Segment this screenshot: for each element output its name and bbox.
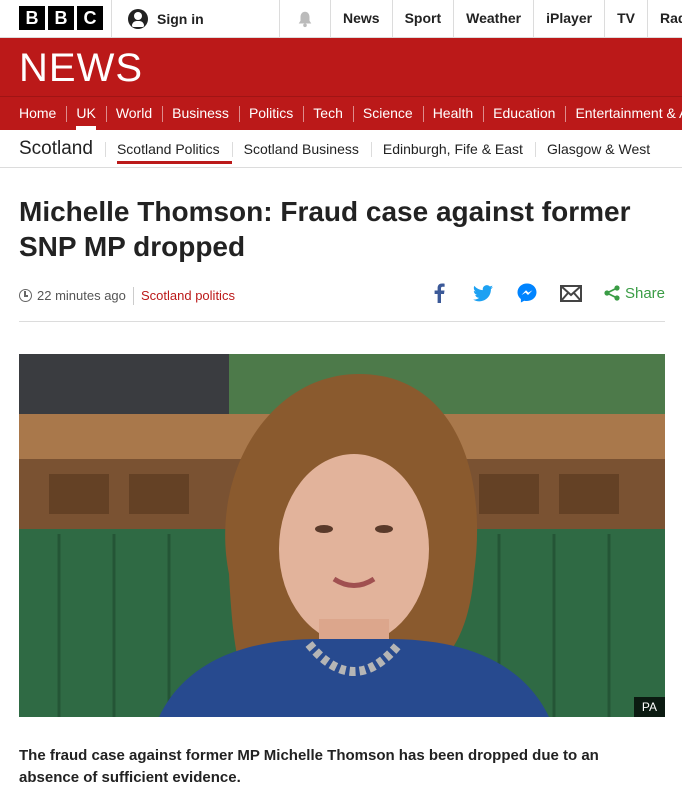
main-nav-business[interactable]: Business xyxy=(162,97,239,130)
sign-in-label: Sign in xyxy=(157,10,204,27)
section-title[interactable]: Scotland xyxy=(0,138,105,160)
timestamp-text: 22 minutes ago xyxy=(37,288,126,303)
share-icon xyxy=(604,285,620,301)
main-nav-tech[interactable]: Tech xyxy=(303,97,353,130)
article-headline: Michelle Thomson: Fraud case against for… xyxy=(19,196,631,262)
article-photo: PA xyxy=(19,354,665,717)
main-nav-home[interactable]: Home xyxy=(0,97,66,130)
article-tag-link[interactable]: Scotland politics xyxy=(141,288,235,303)
bbc-logo-letter: B xyxy=(48,6,74,30)
section-nav: Scotland Scotland Politics Scotland Busi… xyxy=(0,130,682,168)
section-link-glasgow-west[interactable]: Glasgow & West xyxy=(534,130,662,168)
top-nav-radio[interactable]: Radio xyxy=(646,0,682,37)
main-nav-health[interactable]: Health xyxy=(422,97,483,130)
user-icon xyxy=(128,8,148,29)
article-meta: 22 minutes ago Scotland politics Share xyxy=(19,283,665,322)
image-credit: PA xyxy=(633,697,665,717)
bbc-logo-letter: C xyxy=(77,6,103,30)
facebook-share-button[interactable] xyxy=(428,282,450,304)
bbc-logo-letter: B xyxy=(19,6,45,30)
article-timestamp: 22 minutes ago xyxy=(19,288,126,303)
main-nav-uk[interactable]: UK xyxy=(66,97,105,130)
main-nav-world[interactable]: World xyxy=(105,97,162,130)
facebook-icon xyxy=(434,283,445,303)
email-share-button[interactable] xyxy=(559,282,582,304)
section-link-scotland-politics[interactable]: Scotland Politics xyxy=(104,130,232,168)
notifications-button[interactable] xyxy=(279,0,330,37)
photo-illustration xyxy=(19,354,665,717)
main-nav: Home UK World Business Politics Tech Sci… xyxy=(0,96,682,130)
clock-icon xyxy=(19,289,32,302)
section-link-edinburgh-fife-east[interactable]: Edinburgh, Fife & East xyxy=(370,130,535,168)
messenger-icon xyxy=(517,283,537,303)
news-banner: NEWS xyxy=(0,38,682,96)
bell-icon xyxy=(298,11,312,27)
top-nav-tv[interactable]: TV xyxy=(604,0,647,37)
sign-in-button[interactable]: Sign in xyxy=(111,0,279,37)
news-wordmark[interactable]: NEWS xyxy=(19,48,143,88)
share-button[interactable]: Share xyxy=(604,285,665,302)
bbc-logo[interactable]: B B C xyxy=(19,6,103,30)
main-nav-science[interactable]: Science xyxy=(352,97,423,130)
messenger-share-button[interactable] xyxy=(516,282,538,304)
top-nav: News Sport Weather iPlayer TV Radio xyxy=(330,0,682,37)
main-nav-politics[interactable]: Politics xyxy=(238,97,303,130)
meta-divider xyxy=(133,287,134,305)
section-link-scotland-business[interactable]: Scotland Business xyxy=(231,130,371,168)
top-nav-sport[interactable]: Sport xyxy=(391,0,454,37)
share-label: Share xyxy=(624,284,665,302)
top-nav-iplayer[interactable]: iPlayer xyxy=(533,0,604,37)
top-nav-news[interactable]: News xyxy=(330,0,392,37)
twitter-icon xyxy=(472,284,493,301)
main-nav-education[interactable]: Education xyxy=(483,97,565,130)
share-tools: Share xyxy=(406,282,665,304)
main-nav-entertainment[interactable]: Entertainment & Arts xyxy=(565,97,682,130)
top-nav-weather[interactable]: Weather xyxy=(453,0,533,37)
article-summary: The fraud case against former MP Michell… xyxy=(19,747,599,786)
top-bar: B B C Sign in News Sport Weather iPlayer… xyxy=(0,0,682,38)
twitter-share-button[interactable] xyxy=(472,282,494,304)
email-icon xyxy=(559,284,582,302)
